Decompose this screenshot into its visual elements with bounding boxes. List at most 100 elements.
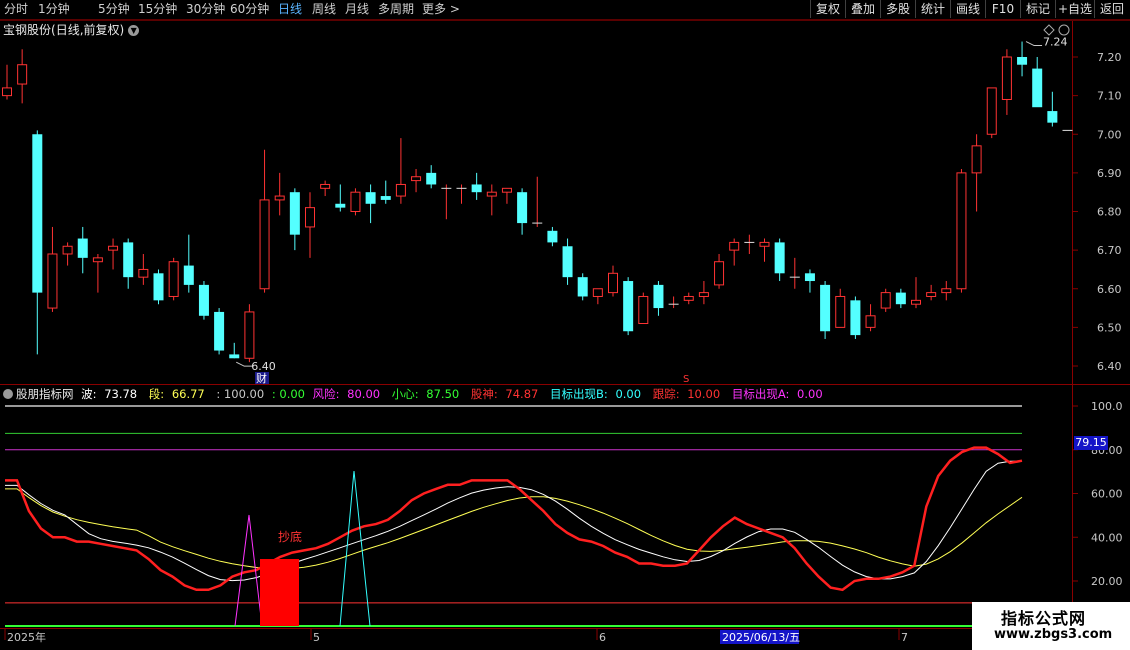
- cursor-date: 2025/06/13/五: [722, 631, 800, 644]
- finance-marker-bg: [255, 372, 269, 384]
- ind-target-b: 目标出现B: 0.00: [550, 387, 642, 401]
- candle-body-down: [577, 277, 588, 297]
- candle-body-up: [501, 187, 512, 193]
- candle-body-down: [32, 134, 43, 293]
- candle-body-up: [320, 183, 331, 189]
- candle-body-down: [365, 192, 376, 204]
- candle-body-down: [1017, 57, 1028, 65]
- diamond-icon[interactable]: [1043, 24, 1055, 36]
- candle-body-up: [92, 257, 103, 263]
- candle-body-down: [774, 242, 785, 274]
- sell-marker: S: [683, 374, 689, 385]
- tab-fenshi[interactable]: 分时: [4, 1, 28, 18]
- candle-body-up: [305, 207, 315, 228]
- low-price-label: 6.40: [251, 360, 276, 373]
- price-labels: 7.24 6.40财 S: [236, 36, 1068, 385]
- candle-body-down: [77, 238, 88, 258]
- high-price-label: 7.24: [1043, 36, 1068, 49]
- stock-name: 宝钢股份: [3, 23, 52, 37]
- overlay-button[interactable]: 叠加: [845, 0, 880, 18]
- period-toolbar: 分时 1分钟 5分钟 15分钟 30分钟 60分钟 日线 周线 月线 多周期 更…: [0, 0, 1130, 20]
- low-pointer: [236, 361, 253, 367]
- finance-marker: 财: [256, 371, 267, 385]
- candle-body-up: [168, 261, 179, 297]
- ind-tick-label: 100.0: [1091, 400, 1123, 413]
- chevron-down-icon[interactable]: ▼: [128, 25, 140, 36]
- add-watchlist-button[interactable]: +自选: [1055, 0, 1094, 18]
- fuquan-button[interactable]: 复权: [810, 0, 845, 18]
- stock-title: 宝钢股份(日线,前复权) ▼: [3, 21, 140, 38]
- price-axis: 7.20 7.10 7.00 6.90 6.80 6.70 6.60 6.50 6.40: [1072, 51, 1122, 373]
- multi-stock-button[interactable]: 多股: [880, 0, 915, 18]
- candle-body-up: [941, 288, 952, 294]
- candle-body-up: [259, 199, 270, 290]
- price-tick-label: 6.60: [1097, 283, 1122, 296]
- price-tick-label: 7.20: [1097, 51, 1122, 64]
- tab-weekly[interactable]: 周线: [312, 1, 336, 18]
- ind-top: : 100.00: [216, 387, 265, 401]
- tab-1min[interactable]: 1分钟: [38, 1, 70, 18]
- back-button[interactable]: 返回: [1094, 0, 1129, 18]
- price-tick-label: 6.40: [1097, 360, 1122, 373]
- candle-body-up: [592, 288, 603, 297]
- date-label: 6: [599, 631, 606, 644]
- date-label: 7: [901, 631, 908, 644]
- gushen-line: [5, 446, 1023, 592]
- tab-multi-period[interactable]: 多周期: [378, 1, 414, 18]
- indicator-header: 股朋指标网 波: 73.78 段: 66.77 : 100.00 : 0.00 …: [3, 387, 831, 401]
- segment-line: [5, 488, 1023, 570]
- candle-body-down: [895, 292, 906, 305]
- settings-circle-icon[interactable]: [1058, 24, 1070, 36]
- high-pointer: [1025, 41, 1043, 47]
- tab-monthly[interactable]: 月线: [345, 1, 369, 18]
- signal-label: 抄底: [278, 529, 302, 544]
- tab-more[interactable]: 更多 >: [422, 1, 460, 18]
- tab-5min[interactable]: 5分钟: [98, 1, 130, 18]
- candle-body-up: [608, 272, 618, 294]
- candle-body-up: [835, 295, 846, 328]
- mark-button[interactable]: 标记: [1020, 0, 1055, 18]
- price-tick-label: 7.10: [1097, 90, 1122, 103]
- ind-bottom: : 0.00: [271, 387, 305, 401]
- price-tick-label: 6.90: [1097, 167, 1122, 180]
- candle-body-down: [380, 196, 391, 200]
- candle-body-up: [395, 183, 406, 197]
- ind-segment: 段: 66.77: [148, 387, 205, 401]
- kline-chart: 7.20 7.10 7.00 6.90 6.80 6.70 6.60 6.50 6.40 7.2…: [0, 20, 1130, 644]
- stats-button[interactable]: 统计: [915, 0, 950, 18]
- candle-body-up: [350, 191, 361, 212]
- candle-body-up: [865, 315, 876, 328]
- candle-body-up: [1001, 56, 1012, 100]
- candle-body-up: [956, 172, 967, 290]
- candle-body-up: [729, 241, 740, 251]
- candle-body-down: [850, 300, 861, 336]
- candle-body-down: [289, 192, 300, 235]
- candle-body-up: [759, 241, 770, 247]
- candle-body-down: [123, 242, 134, 278]
- wave-line: [5, 460, 1022, 582]
- target-a-spike: [234, 514, 263, 627]
- candle-body-down: [804, 273, 815, 282]
- candle-body-down: [1047, 111, 1058, 123]
- tab-15min[interactable]: 15分钟: [138, 1, 177, 18]
- draw-line-button[interactable]: 画线: [950, 0, 985, 18]
- candle-body-up: [17, 64, 28, 85]
- tab-daily[interactable]: 日线: [278, 1, 302, 18]
- candle-body-down: [471, 184, 482, 193]
- target-b-spike: [339, 470, 371, 627]
- ind-track: 跟踪: 10.00: [652, 387, 721, 401]
- watermark-url: www.zbgs3.com: [994, 627, 1113, 642]
- tab-60min[interactable]: 60分钟: [230, 1, 269, 18]
- f10-button[interactable]: F10: [985, 0, 1020, 18]
- candle-body-up: [47, 253, 58, 309]
- candle-body-up: [638, 295, 649, 325]
- candles-layer: [2, 41, 1073, 363]
- price-tick-label: 6.50: [1097, 321, 1122, 334]
- tab-30min[interactable]: 30分钟: [186, 1, 225, 18]
- candle-body-down: [198, 284, 209, 316]
- candle-body-up: [971, 145, 982, 174]
- candle-body-up: [714, 261, 725, 286]
- watermark-title: 指标公式网: [1001, 609, 1087, 628]
- candle-body-up: [62, 245, 73, 255]
- ind-caution: 小心: 87.50: [391, 387, 460, 401]
